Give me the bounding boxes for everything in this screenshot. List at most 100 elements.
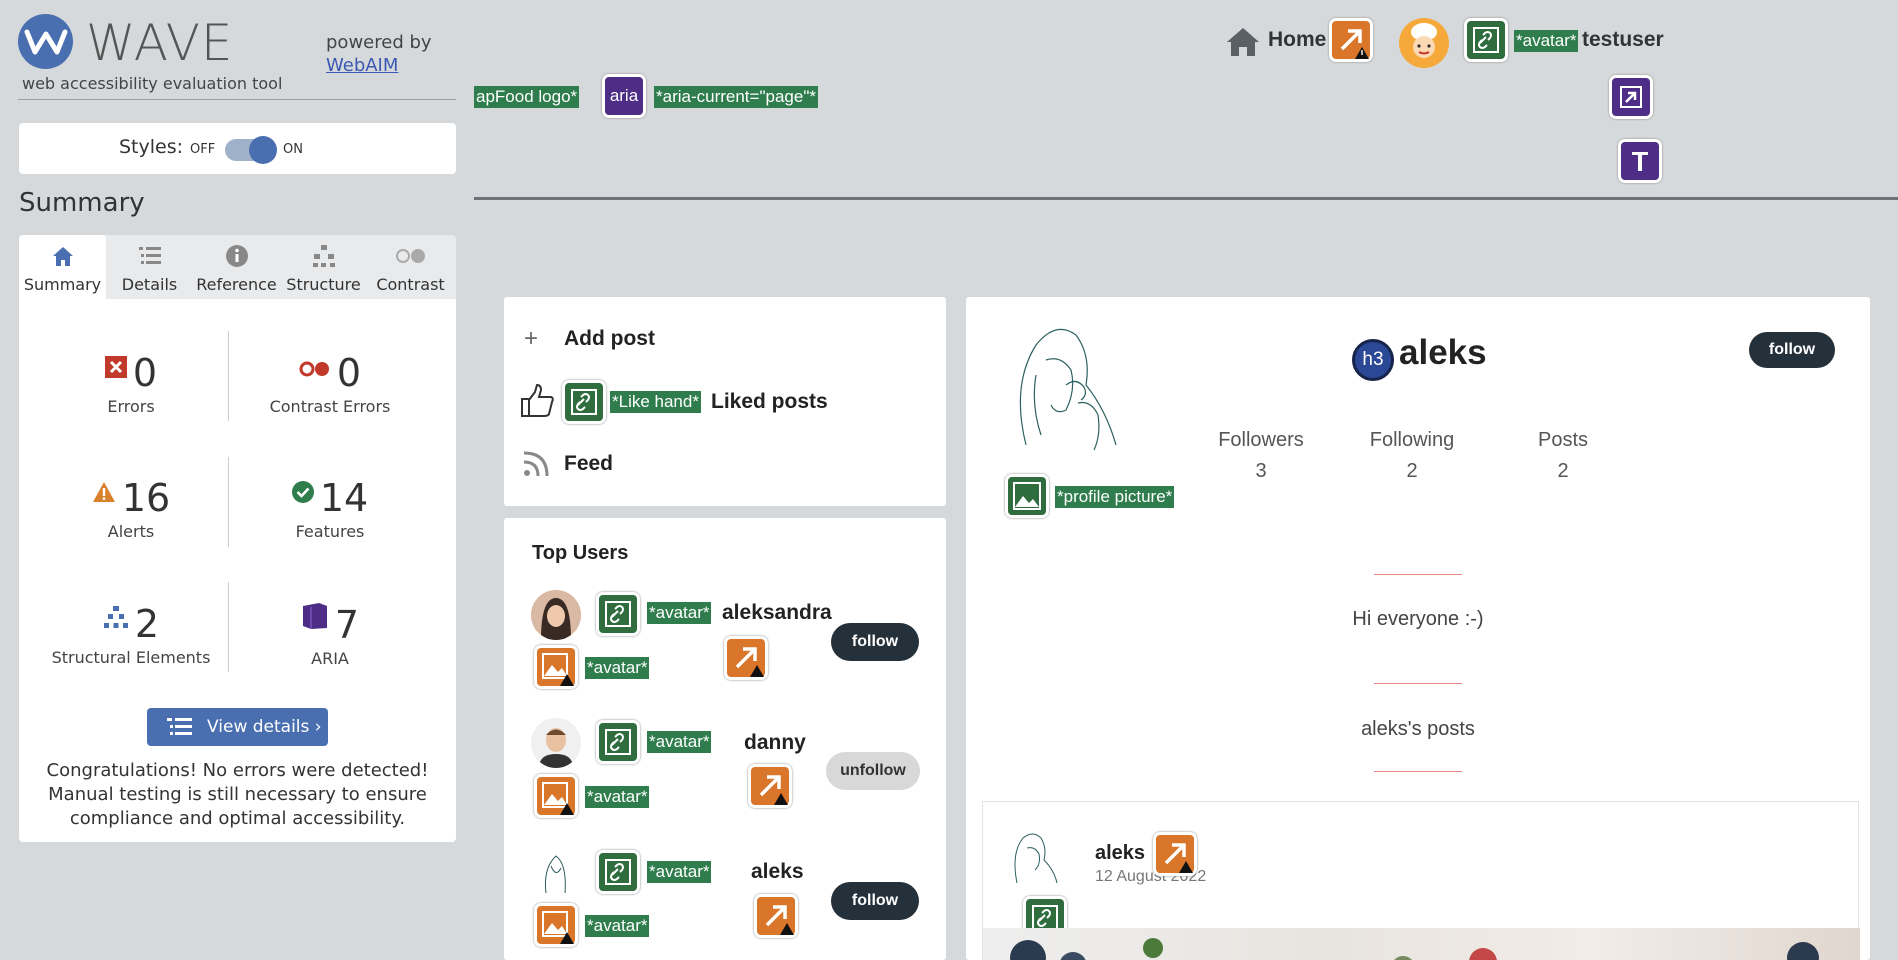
stat-aria[interactable]: 7 ARIA xyxy=(230,602,430,668)
avatar-alt-tag[interactable]: *avatar* xyxy=(585,915,650,937)
tab-structure[interactable]: Structure xyxy=(280,235,367,299)
redundant-link-icon[interactable] xyxy=(754,894,798,938)
avatar[interactable] xyxy=(531,848,581,898)
followers-stat[interactable]: Followers 3 xyxy=(1186,429,1336,483)
linked-image-icon[interactable] xyxy=(562,380,606,424)
stat-features[interactable]: 14 Features xyxy=(230,476,430,541)
chef-avatar[interactable] xyxy=(1399,18,1449,68)
powered-by-label: powered by xyxy=(326,32,432,53)
posts-label: Posts xyxy=(1537,429,1589,451)
follow-button[interactable]: follow xyxy=(831,882,919,920)
image-feature-icon[interactable] xyxy=(1005,474,1049,518)
image-alert-icon xyxy=(542,782,574,815)
liked-posts-link[interactable]: Liked posts xyxy=(711,390,828,414)
structure-icon xyxy=(103,606,128,628)
tab-label: Details xyxy=(121,275,178,294)
list-icon xyxy=(138,247,161,264)
following-stat[interactable]: Following 2 xyxy=(1337,429,1487,483)
stat-errors[interactable]: 0 Errors xyxy=(31,351,231,416)
avatar[interactable] xyxy=(531,718,581,768)
follow-button[interactable]: follow xyxy=(1749,332,1835,368)
styles-off-label: OFF xyxy=(190,142,216,157)
wave-logo-icon xyxy=(18,14,73,69)
image-alert-icon[interactable] xyxy=(534,903,578,947)
redundant-link-icon[interactable] xyxy=(748,764,792,808)
posts-stat[interactable]: Posts 2 xyxy=(1488,429,1638,483)
aria-count: 7 xyxy=(334,603,360,647)
avatar-alt-tag[interactable]: *avatar* xyxy=(585,786,650,808)
profile-picture-alt-tag[interactable]: *profile picture* xyxy=(1055,486,1175,508)
image-alert-icon xyxy=(542,911,574,944)
errors-count: 0 xyxy=(132,351,158,395)
link-alert-icon xyxy=(735,647,764,677)
logo-alt-tag[interactable]: apFood logo* xyxy=(474,86,580,108)
linked-image-icon[interactable] xyxy=(1464,18,1508,62)
list-icon xyxy=(167,718,192,735)
nav-home-link[interactable]: Home xyxy=(1268,28,1326,52)
redundant-link-icon[interactable] xyxy=(1329,18,1373,62)
site-header: apFood logo* aria *aria-current="page"* … xyxy=(474,0,1898,200)
linked-image-icon[interactable] xyxy=(596,720,640,764)
avatar-alt-tag[interactable]: *avatar* xyxy=(1514,30,1579,52)
like-hand-alt-tag[interactable]: *Like hand* xyxy=(610,391,701,413)
tab-label: Contrast xyxy=(376,275,445,294)
wave-tabs: Summary Details Reference Structure Cont… xyxy=(19,235,456,299)
stat-structural[interactable]: 2 Structural Elements xyxy=(31,602,231,667)
divider xyxy=(1374,574,1462,575)
toggle-knob[interactable] xyxy=(249,136,277,164)
menu-card: + Add post *Like hand* Liked posts Feed xyxy=(504,297,946,506)
feed-link[interactable]: Feed xyxy=(564,452,613,476)
post-author-avatar xyxy=(1014,833,1058,884)
tab-reference[interactable]: Reference xyxy=(193,235,280,299)
avatar-alt-tag[interactable]: *avatar* xyxy=(647,861,712,883)
aria-menu-icon[interactable] xyxy=(1618,139,1662,183)
redundant-link-icon[interactable] xyxy=(724,636,768,680)
stat-contrast-errors[interactable]: 0 Contrast Errors xyxy=(230,351,430,416)
avatar[interactable] xyxy=(531,590,581,640)
divider xyxy=(1374,683,1462,684)
info-icon xyxy=(225,245,248,267)
webaim-link[interactable]: WebAIM xyxy=(326,55,398,76)
post-author[interactable]: aleks xyxy=(1095,842,1145,865)
user-name[interactable]: aleks xyxy=(751,860,804,884)
stat-alerts[interactable]: 16 Alerts xyxy=(31,476,231,541)
post-card[interactable]: aleks 12 August 2022 xyxy=(982,801,1860,960)
aria-current-tag[interactable]: *aria-current="page"* xyxy=(654,86,818,108)
rss-icon xyxy=(523,451,549,477)
redundant-link-icon[interactable] xyxy=(1153,832,1197,876)
profile-name: aleks xyxy=(1399,333,1487,372)
aria-icon[interactable]: aria xyxy=(602,74,646,118)
aria-expanded-icon[interactable] xyxy=(1609,75,1653,119)
user-sketch-icon xyxy=(545,855,566,894)
view-details-button[interactable]: View details › xyxy=(147,708,328,746)
user-name[interactable]: aleksandra xyxy=(722,601,832,625)
user-name[interactable]: danny xyxy=(744,731,806,755)
home-icon[interactable] xyxy=(1225,26,1261,58)
username-link[interactable]: testuser xyxy=(1582,28,1664,52)
post-image[interactable] xyxy=(983,928,1860,960)
hierarchy-icon xyxy=(312,245,335,267)
linked-image-icon[interactable] xyxy=(596,592,640,636)
tab-contrast[interactable]: Contrast xyxy=(367,235,454,299)
tab-summary[interactable]: Summary xyxy=(19,235,106,299)
image-alert-icon[interactable] xyxy=(534,645,578,689)
avatar-alt-tag[interactable]: *avatar* xyxy=(647,731,712,753)
image-alert-icon[interactable] xyxy=(534,774,578,818)
unfollow-button[interactable]: unfollow xyxy=(826,752,920,790)
like-hand-icon xyxy=(521,383,554,417)
alerts-label: Alerts xyxy=(107,522,155,541)
styles-toggle[interactable] xyxy=(225,136,277,164)
top-users-card: Top Users *avatar* aleksandra *avatar* f… xyxy=(504,518,946,960)
linked-image-icon[interactable] xyxy=(596,850,640,894)
tab-details[interactable]: Details xyxy=(106,235,193,299)
styles-toggle-box: Styles: OFF ON xyxy=(19,123,456,174)
follow-button[interactable]: follow xyxy=(831,623,919,661)
posts-heading: aleks's posts xyxy=(1361,718,1475,740)
avatar-alt-tag[interactable]: *avatar* xyxy=(647,602,712,624)
aria-label: ARIA xyxy=(311,649,349,668)
avatar-alt-tag[interactable]: *avatar* xyxy=(585,657,650,679)
tab-label: Summary xyxy=(23,275,102,294)
food-image xyxy=(1010,938,1819,960)
add-post-link[interactable]: Add post xyxy=(564,327,655,351)
h3-icon[interactable]: h3 xyxy=(1352,339,1394,381)
